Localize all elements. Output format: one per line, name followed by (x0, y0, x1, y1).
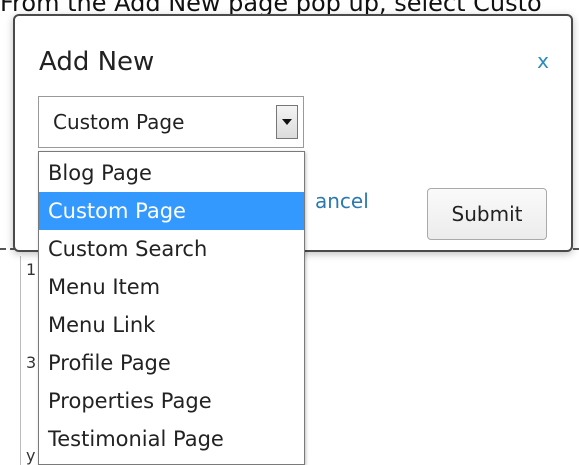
background-mark-1: 1 (26, 260, 37, 279)
dropdown-option-menu-link[interactable]: Menu Link (39, 306, 304, 344)
caret-down-icon[interactable] (276, 105, 298, 139)
dropdown-option-custom-search[interactable]: Custom Search (39, 230, 304, 268)
background-mark-2: 3 (26, 353, 37, 372)
page-type-dropdown: Blog Page Custom Page Custom Search Menu… (38, 151, 305, 465)
page-type-select[interactable]: Custom Page (38, 96, 304, 148)
dropdown-option-profile-page[interactable]: Profile Page (39, 344, 304, 382)
modal-title: Add New (39, 47, 155, 77)
dropdown-option-properties-page[interactable]: Properties Page (39, 382, 304, 420)
close-button[interactable]: x (537, 49, 549, 73)
dropdown-option-menu-item[interactable]: Menu Item (39, 268, 304, 306)
submit-button[interactable]: Submit (427, 188, 547, 240)
dropdown-option-blog-page[interactable]: Blog Page (39, 154, 304, 192)
dropdown-option-custom-page[interactable]: Custom Page (39, 192, 304, 230)
background-column-line (20, 256, 21, 465)
background-mark-3: y (26, 446, 36, 465)
select-value: Custom Page (53, 110, 185, 134)
cancel-link[interactable]: ancel (315, 189, 369, 213)
dropdown-option-testimonial-page[interactable]: Testimonial Page (39, 420, 304, 458)
